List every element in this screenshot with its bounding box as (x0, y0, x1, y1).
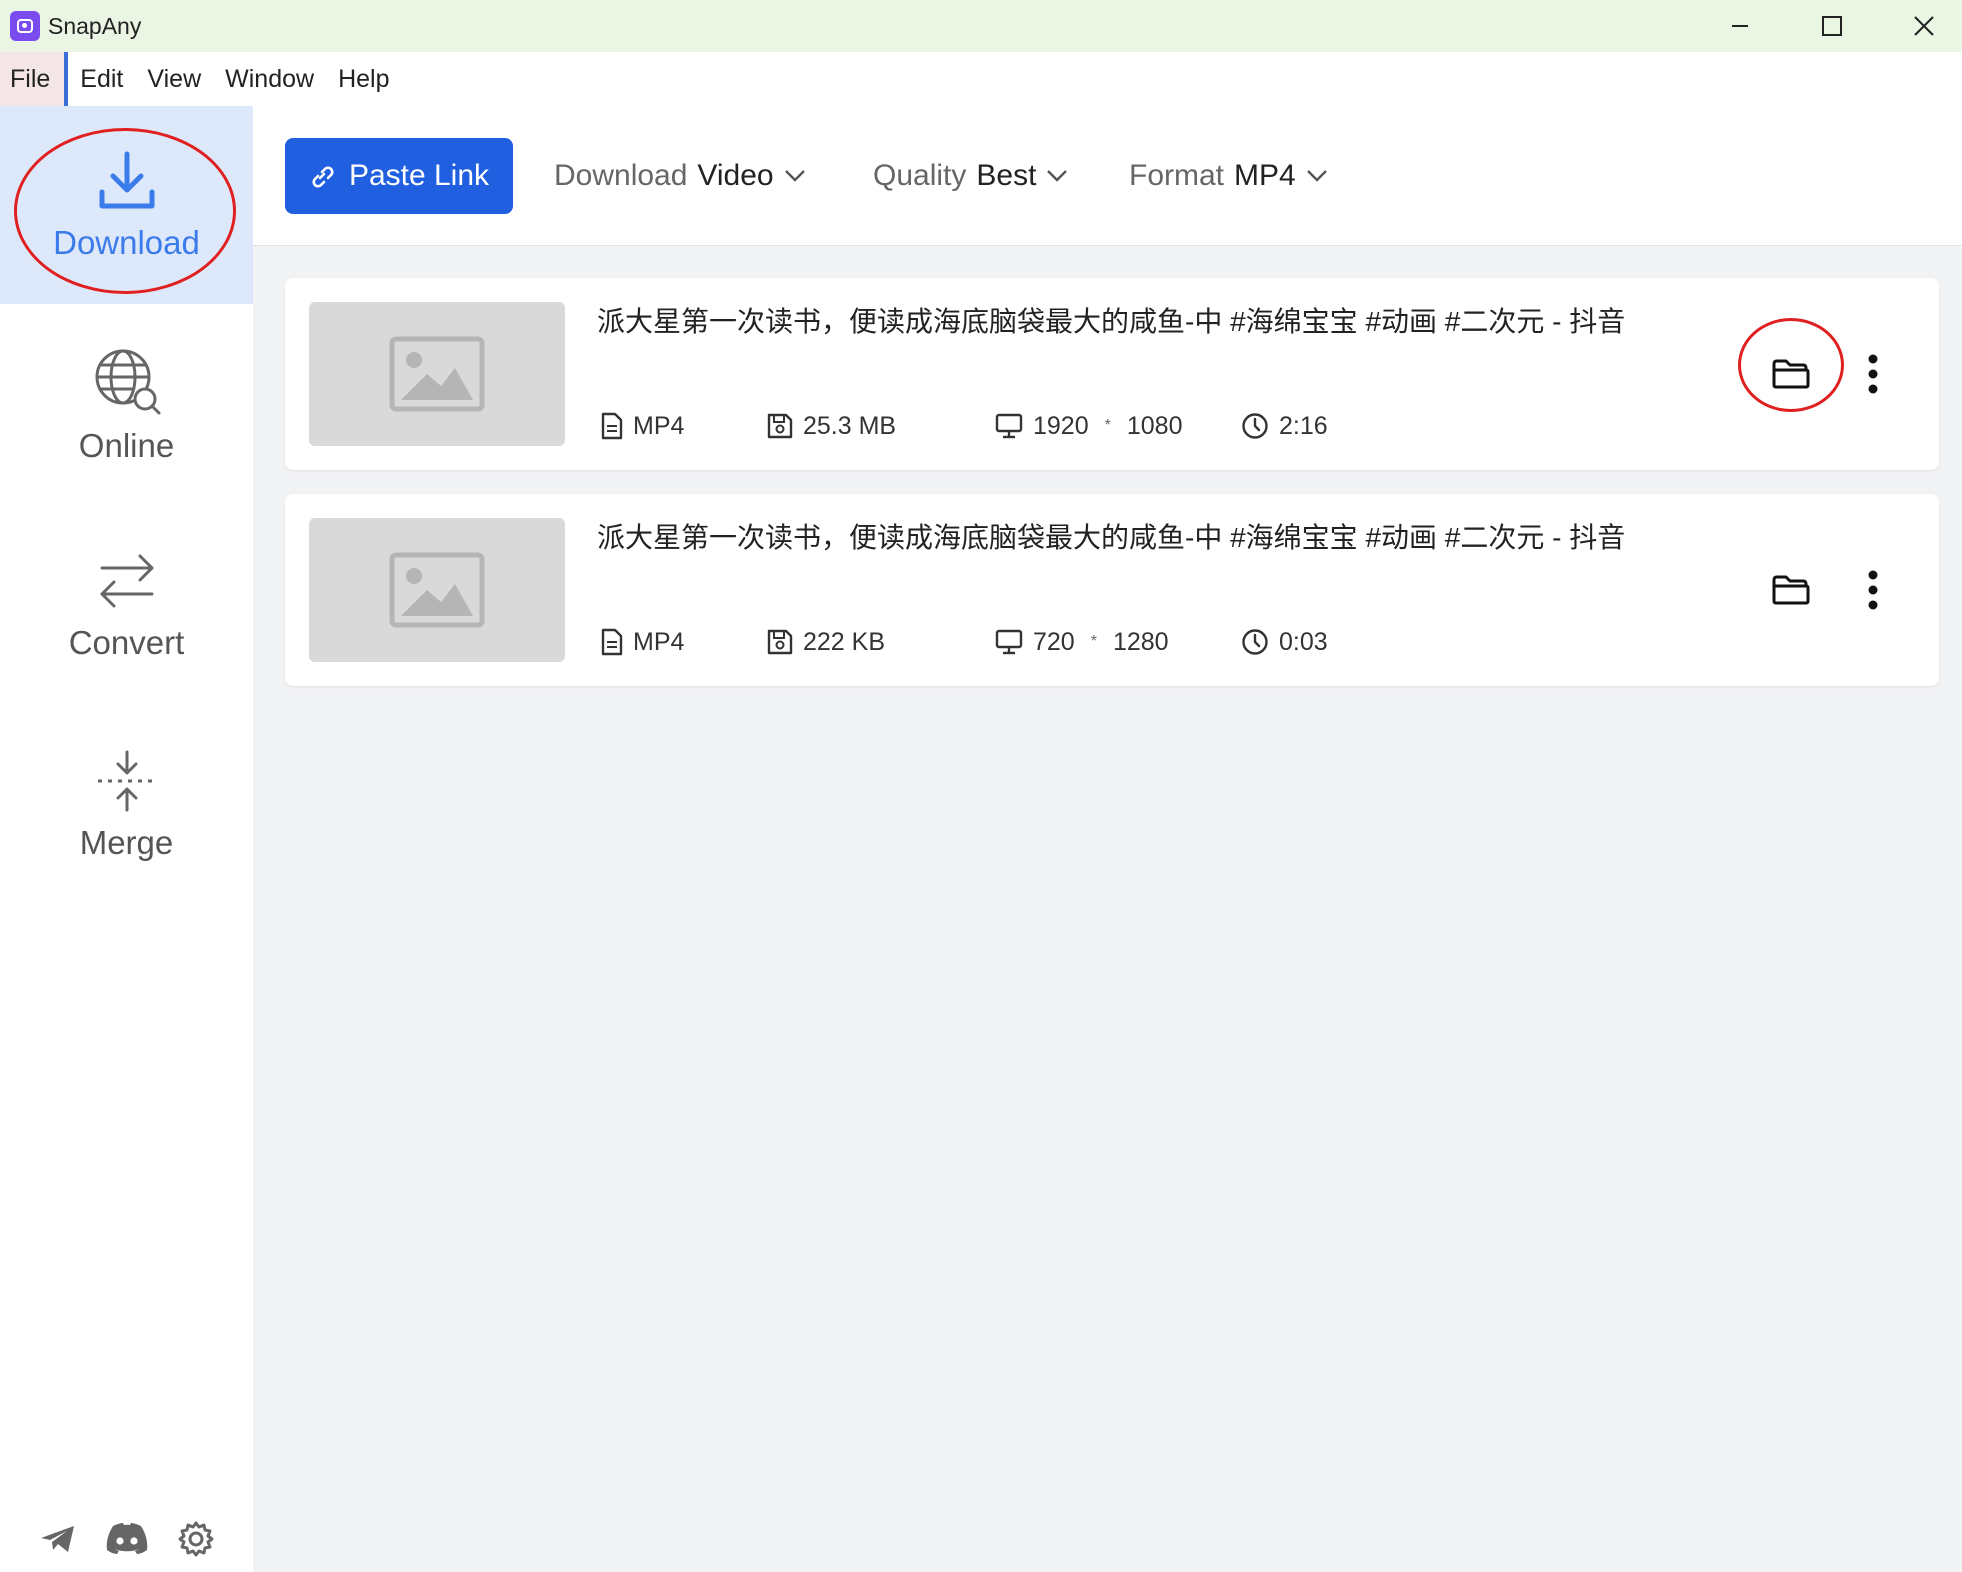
sidebar-item-label: Download (53, 224, 200, 261)
sidebar-item-label: Merge (79, 824, 174, 861)
times-icon: * (1090, 633, 1097, 650)
format-info: MP4 (601, 626, 684, 658)
resolution-width: 1920 (1033, 411, 1089, 440)
more-vertical-icon (1868, 570, 1878, 610)
download-item: 派大星第一次读书，便读成海底脑袋最大的咸鱼-中 #海绵宝宝 #动画 #二次元 -… (285, 278, 1939, 470)
sidebar-item-label: Online (78, 427, 175, 464)
duration-info: 0:03 (1241, 626, 1328, 658)
download-type-dropdown[interactable]: Download Video (554, 138, 806, 214)
clock-icon (1242, 413, 1268, 439)
file-icon (601, 412, 623, 440)
menu-edit[interactable]: Edit (68, 52, 135, 106)
more-options-button[interactable] (1851, 564, 1895, 616)
app-title: SnapAny (48, 12, 142, 39)
app-logo-icon (10, 11, 40, 41)
duration-info: 2:16 (1241, 410, 1328, 442)
video-thumbnail (309, 518, 565, 662)
globe-search-icon (95, 349, 160, 415)
chevron-down-icon (1306, 170, 1327, 182)
download-item: 派大星第一次读书，便读成海底脑袋最大的咸鱼-中 #海绵宝宝 #动画 #二次元 -… (285, 494, 1939, 686)
toolbar: Paste Link Download Video Quality Best F… (253, 106, 1962, 246)
sidebar-item-merge[interactable]: Merge (0, 706, 253, 904)
menu-help[interactable]: Help (326, 52, 401, 106)
paste-link-label: Paste Link (348, 159, 490, 192)
merge-icon (97, 750, 156, 812)
resolution-width: 720 (1033, 627, 1075, 656)
times-icon: * (1104, 417, 1111, 434)
resolution-info: 720 * 1280 (995, 626, 1169, 658)
size-value: 25.3 MB (803, 411, 897, 440)
resolution-height: 1280 (1112, 627, 1169, 656)
minimize-button[interactable] (1694, 0, 1786, 52)
menu-window[interactable]: Window (213, 52, 326, 106)
close-icon (1914, 16, 1934, 36)
maximize-button[interactable] (1786, 0, 1878, 52)
chevron-down-icon (784, 170, 805, 182)
menu-file[interactable]: File (0, 52, 69, 106)
discord-icon[interactable] (105, 1522, 149, 1556)
resolution-height: 1080 (1126, 411, 1183, 440)
dropdown-value: Best (976, 159, 1037, 192)
save-disk-icon (767, 413, 793, 439)
size-info: 222 KB (767, 626, 885, 658)
size-value: 222 KB (803, 627, 886, 656)
monitor-icon (995, 413, 1023, 439)
save-disk-icon (767, 629, 793, 655)
settings-gear-icon[interactable] (177, 1520, 215, 1558)
folder-open-icon (1772, 359, 1810, 389)
open-folder-button[interactable] (1765, 564, 1817, 616)
more-options-button[interactable] (1851, 348, 1895, 400)
menu-view[interactable]: View (135, 52, 213, 106)
quality-dropdown[interactable]: Quality Best (873, 138, 1068, 214)
resolution-info: 1920 * 1080 (995, 410, 1182, 442)
minimize-icon (1732, 25, 1748, 27)
menu-bar: File Edit View Window Help (0, 52, 1962, 106)
monitor-icon (995, 629, 1023, 655)
open-folder-button[interactable] (1765, 348, 1817, 400)
telegram-icon[interactable] (39, 1523, 77, 1555)
video-title: 派大星第一次读书，便读成海底脑袋最大的咸鱼-中 #海绵宝宝 #动画 #二次元 -… (597, 306, 1626, 337)
sidebar-item-online[interactable]: Online (0, 306, 253, 504)
sidebar: Download Online Convert Merge (0, 106, 253, 1572)
sidebar-item-convert[interactable]: Convert (0, 506, 253, 704)
folder-open-icon (1772, 575, 1810, 605)
sidebar-item-download[interactable]: Download (0, 106, 253, 304)
format-info: MP4 (601, 410, 684, 442)
title-bar: SnapAny (0, 0, 1962, 52)
convert-arrows-icon (100, 554, 153, 608)
dropdown-key: Quality (873, 159, 967, 192)
link-icon (312, 166, 334, 188)
download-icon (99, 151, 154, 209)
clock-icon (1242, 629, 1268, 655)
more-vertical-icon (1868, 354, 1878, 394)
dropdown-value: MP4 (1234, 159, 1296, 192)
sidebar-footer (0, 1506, 253, 1572)
size-info: 25.3 MB (767, 410, 896, 442)
paste-link-button[interactable]: Paste Link (285, 138, 513, 214)
video-title: 派大星第一次读书，便读成海底脑袋最大的咸鱼-中 #海绵宝宝 #动画 #二次元 -… (597, 522, 1626, 553)
chevron-down-icon (1047, 170, 1068, 182)
dropdown-key: Download (554, 159, 688, 192)
close-button[interactable] (1878, 0, 1962, 52)
image-placeholder-icon (389, 552, 485, 628)
duration-value: 0:03 (1279, 627, 1328, 656)
format-dropdown[interactable]: Format MP4 (1129, 138, 1328, 214)
dropdown-value: Video (697, 159, 774, 192)
file-icon (601, 628, 623, 656)
video-thumbnail (309, 302, 565, 446)
dropdown-key: Format (1129, 159, 1225, 192)
maximize-icon (1822, 16, 1842, 36)
duration-value: 2:16 (1279, 411, 1328, 440)
image-placeholder-icon (389, 336, 485, 412)
format-value: MP4 (633, 627, 685, 656)
format-value: MP4 (633, 411, 685, 440)
sidebar-item-label: Convert (68, 624, 185, 661)
